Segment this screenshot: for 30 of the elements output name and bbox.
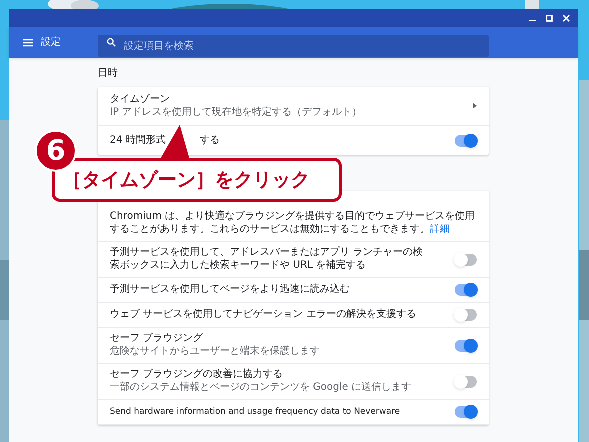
setting-title: Send hardware information and usage frequency data to Neverware xyxy=(110,406,402,418)
setting-title: 予測サービスを使用して、アドレスバーまたはアプリ ランチャーの検索ボックスに入力した検索キーワードや URL を補完する xyxy=(110,247,424,272)
search-field[interactable]: 設定項目を検索 xyxy=(98,35,489,57)
setting-title: タイムゾーン xyxy=(110,93,171,106)
timezone-row[interactable]: タイムゾーン IP アドレスを使用して現在地を特定する（デフォルト） xyxy=(98,87,489,126)
setting-title: セーフ ブラウジング xyxy=(110,333,204,346)
setting-subtitle: 一部のシステム情報とページのコンテンツを Google に送信します xyxy=(110,382,413,394)
section-heading: 日時 xyxy=(98,66,119,81)
toggle-switch[interactable] xyxy=(455,340,477,352)
setting-subtitle: 危険なサイトからユーザーと端末を保護します xyxy=(110,346,321,358)
setting-title: ウェブ サービスを使用してナビゲーション エラーの解決を支援する xyxy=(110,308,418,322)
toggle-switch[interactable] xyxy=(455,376,477,388)
toggle-switch[interactable] xyxy=(455,254,477,266)
details-link[interactable]: 詳細 xyxy=(430,224,450,234)
page-title: 設定 xyxy=(41,36,62,50)
caret-icon xyxy=(473,103,477,109)
setting-subtitle: IP アドレスを使用して現在地を特定する（デフォルト） xyxy=(110,106,364,119)
close-icon[interactable] xyxy=(563,14,570,22)
maximize-icon[interactable] xyxy=(546,14,553,22)
setting-title: 予測サービスを使用してページをより迅速に読み込む xyxy=(110,284,351,296)
setting-title: 24 時間形式 xyxy=(110,134,166,147)
menu-icon[interactable] xyxy=(23,38,33,46)
search-icon xyxy=(107,38,116,47)
toggle-switch[interactable] xyxy=(455,284,477,296)
setting-title: セーフ ブラウジングの改善に協力する xyxy=(110,369,284,382)
toggle-switch[interactable] xyxy=(455,309,477,321)
toggle-switch[interactable] xyxy=(455,134,477,146)
setting-title: する xyxy=(200,134,220,147)
info-paragraph: Chromium は、より快適なブラウジングを提供する目的でウェブサービスを使用することがあります。これらのサービスは無効にすることもできます。詳細 xyxy=(110,211,476,236)
toggle-switch[interactable] xyxy=(455,406,477,418)
